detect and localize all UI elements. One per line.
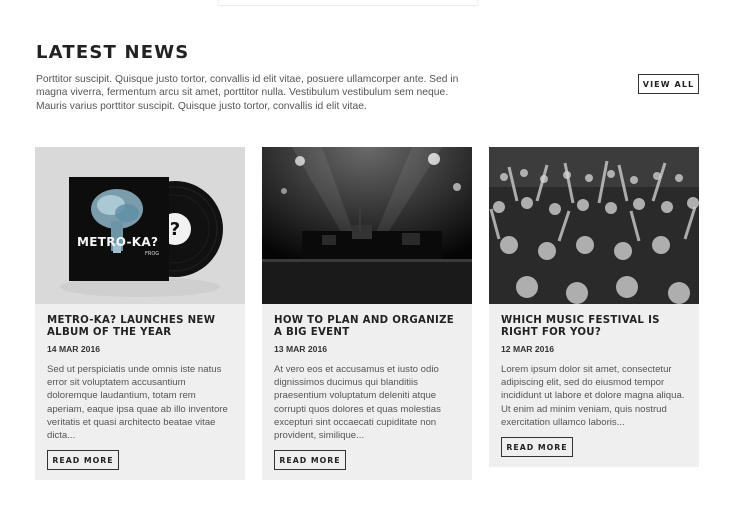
- crowd-icon: [489, 147, 699, 304]
- concert-stage-icon: [262, 147, 472, 304]
- card-excerpt: Sed ut perspiciatis unde omnis iste natu…: [47, 364, 228, 442]
- section-heading: LATEST NEWS: [36, 42, 190, 63]
- card-excerpt: Lorem ipsum dolor sit amet, consectetur …: [501, 364, 685, 428]
- album-cover-subtitle: FROG: [145, 251, 160, 257]
- card-title[interactable]: METRO-KA? LAUNCHES NEW ALBUM OF THE YEAR: [47, 315, 233, 339]
- svg-text:?: ?: [170, 219, 180, 240]
- card-title[interactable]: HOW TO PLAN AND ORGANIZE A BIG EVENT: [274, 315, 460, 339]
- concert-image[interactable]: [262, 147, 472, 304]
- read-more-button[interactable]: READ MORE: [274, 450, 346, 471]
- album-image[interactable]: ? METRO-KA? FROG: [35, 147, 245, 304]
- card-title[interactable]: WHICH MUSIC FESTIVAL IS RIGHT FOR YOU?: [501, 315, 687, 339]
- vinyl-record-icon: ?: [35, 147, 245, 304]
- news-card: WHICH MUSIC FESTIVAL IS RIGHT FOR YOU? 1…: [489, 147, 699, 467]
- news-card: HOW TO PLAN AND ORGANIZE A BIG EVENT 13 …: [262, 147, 472, 480]
- crowd-image[interactable]: [489, 147, 699, 304]
- section-intro: Porttitor suscipit. Quisque justo tortor…: [36, 74, 459, 112]
- read-more-button[interactable]: READ MORE: [501, 437, 573, 458]
- card-date: 12 MAR 2016: [501, 344, 555, 354]
- album-cover-title: METRO-KA?: [77, 235, 159, 249]
- read-more-button[interactable]: READ MORE: [47, 450, 119, 471]
- card-date: 14 MAR 2016: [47, 344, 101, 354]
- top-divider: [218, 0, 478, 6]
- view-all-button[interactable]: VIEW ALL: [638, 74, 699, 94]
- card-excerpt: At vero eos et accusamus et iusto odio d…: [274, 364, 441, 442]
- news-card: ? METRO-KA? FROG METRO-KA? LAUNCHES NEW …: [35, 147, 245, 480]
- card-date: 13 MAR 2016: [274, 344, 328, 354]
